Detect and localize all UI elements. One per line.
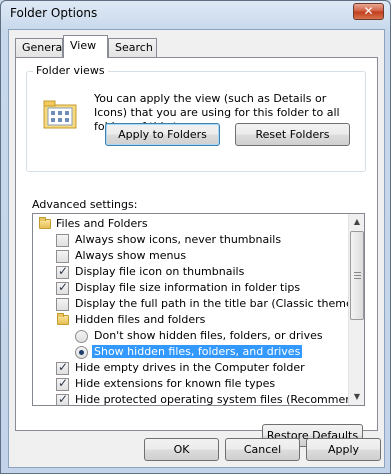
option-always-show-menus[interactable]: Always show menus [33, 248, 351, 264]
checkbox-checked[interactable] [56, 392, 69, 405]
folder-options-window: Folder Options ✕ General View Search Fol… [0, 0, 391, 474]
vertical-scrollbar[interactable]: ▲ ▼ [348, 214, 364, 405]
option-label: Display file size information in folder … [75, 281, 301, 294]
folder-views-group: Folder views You can apply the view (suc… [26, 64, 366, 172]
folder-views-legend: Folder views [33, 64, 108, 77]
option-label: Hide protected operating system files (R… [75, 393, 365, 406]
close-button[interactable]: ✕ [353, 3, 384, 20]
checkbox[interactable] [56, 250, 69, 263]
view-tab-panel: Folder views You can apply the view (suc… [15, 57, 378, 447]
option-hide-protected-files[interactable]: Hide protected operating system files (R… [33, 392, 364, 405]
dialog-client-area: General View Search Folder views You can… [8, 29, 385, 468]
option-hide-extensions[interactable]: Hide extensions for known file types [33, 376, 351, 392]
tab-search[interactable]: Search [108, 38, 157, 57]
window-title: Folder Options [10, 6, 98, 20]
checkbox-checked[interactable] [56, 280, 69, 295]
option-label: Always show icons, never thumbnails [75, 233, 282, 246]
option-label: Hide empty drives in the Computer folder [75, 361, 305, 374]
option-label: Display the full path in the title bar (… [75, 297, 365, 310]
apply-to-folders-button[interactable]: Apply to Folders [105, 123, 220, 146]
scroll-down-arrow-icon[interactable]: ▼ [349, 389, 364, 405]
option-hide-empty-drives[interactable]: Hide empty drives in the Computer folder [33, 360, 351, 376]
cancel-button[interactable]: Cancel [225, 438, 300, 461]
checkbox[interactable] [56, 234, 69, 247]
option-label: Don't show hidden files, folders, or dri… [94, 329, 323, 342]
option-display-file-size[interactable]: Display file size information in folder … [33, 280, 351, 296]
option-dont-show-hidden[interactable]: Don't show hidden files, folders, or dri… [33, 328, 351, 344]
option-always-show-icons[interactable]: Always show icons, never thumbnails [33, 232, 351, 248]
tree-item-label: Files and Folders [56, 217, 148, 230]
title-bar[interactable]: Folder Options ✕ [1, 1, 390, 29]
folder-icon [39, 217, 51, 229]
option-display-full-path[interactable]: Display the full path in the title bar (… [33, 296, 364, 312]
option-label: Always show menus [75, 249, 187, 262]
folder-icon [57, 313, 69, 325]
tree-item-label: Hidden files and folders [75, 313, 206, 326]
apply-button[interactable]: Apply [306, 438, 381, 461]
tab-general[interactable]: General [15, 38, 65, 57]
scroll-up-arrow-icon[interactable]: ▲ [349, 214, 364, 230]
option-label: Display file icon on thumbnails [75, 265, 245, 278]
close-icon: ✕ [363, 4, 374, 18]
checkbox-checked[interactable] [56, 360, 69, 375]
checkbox-checked[interactable] [56, 376, 69, 391]
scrollbar-thumb[interactable] [350, 231, 364, 320]
tree-item-hidden-files[interactable]: Hidden files and folders [33, 312, 351, 328]
advanced-settings-tree[interactable]: Files and Folders Always show icons, nev… [32, 213, 365, 406]
reset-folders-button[interactable]: Reset Folders [235, 123, 350, 146]
ok-button[interactable]: OK [144, 438, 219, 461]
radio-button-selected[interactable] [75, 346, 88, 359]
tree-item-files-and-folders[interactable]: Files and Folders [33, 216, 351, 232]
option-show-hidden[interactable]: Show hidden files, folders, and drives [33, 344, 351, 360]
radio-button[interactable] [75, 330, 88, 343]
tab-view[interactable]: View [63, 35, 108, 58]
folder-view-icon [43, 100, 77, 129]
option-label-selected: Show hidden files, folders, and drives [92, 345, 303, 358]
option-display-file-icon[interactable]: Display file icon on thumbnails [33, 264, 351, 280]
checkbox[interactable] [56, 298, 69, 311]
option-label: Hide extensions for known file types [75, 377, 276, 390]
advanced-settings-label: Advanced settings: [32, 198, 138, 211]
checkbox-checked[interactable] [56, 264, 69, 279]
